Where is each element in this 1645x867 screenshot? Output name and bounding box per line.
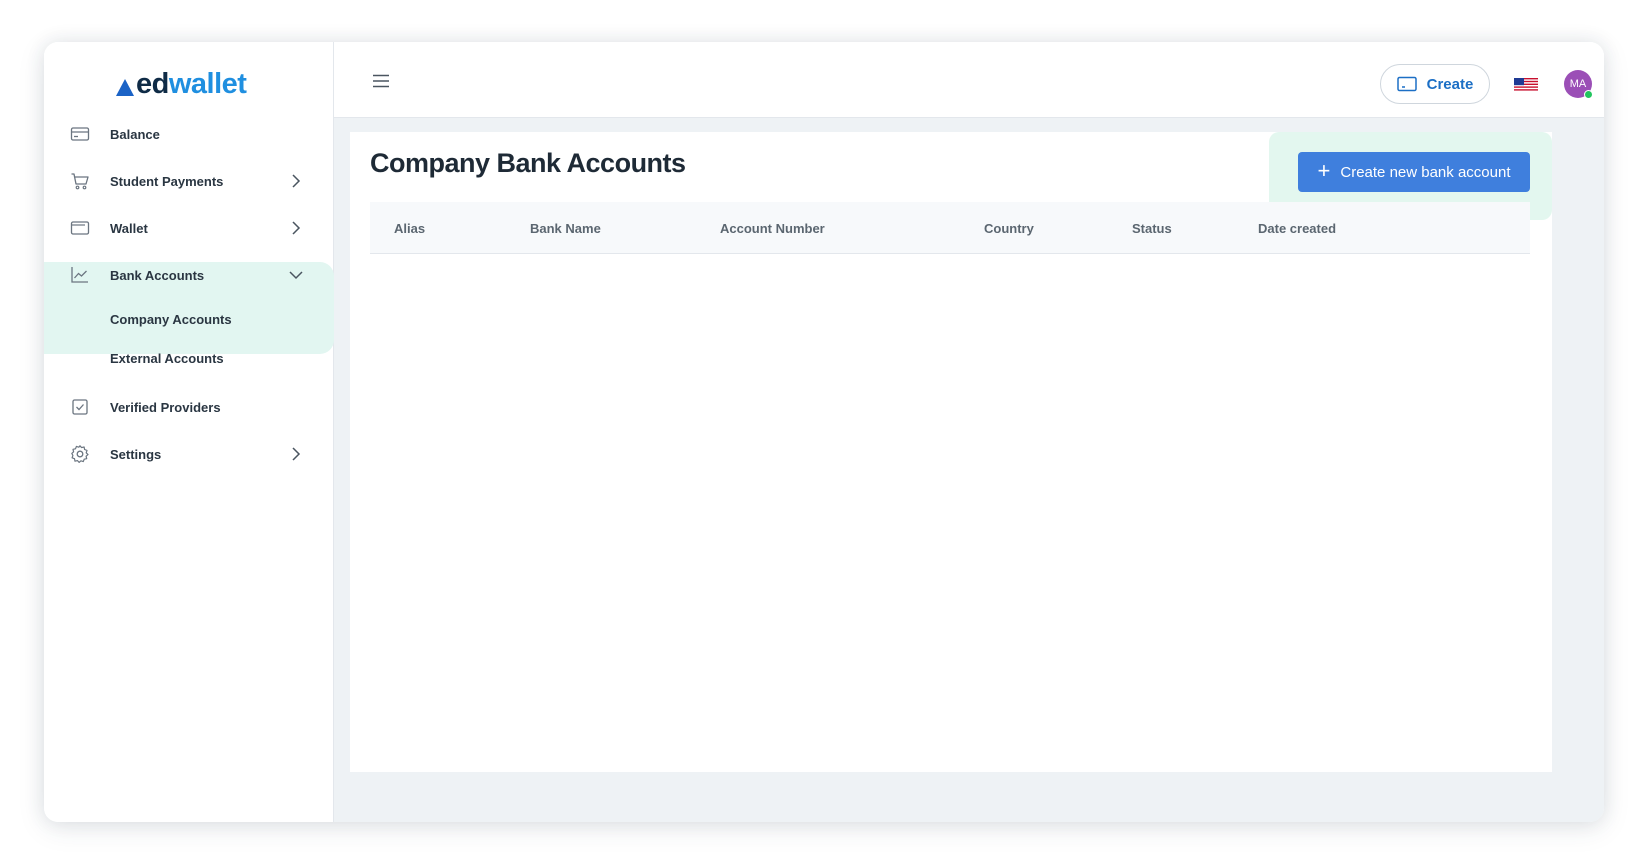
logo-triangle-icon	[116, 78, 134, 96]
sidebar-item-label: Verified Providers	[110, 399, 221, 415]
chevron-right-icon	[292, 447, 301, 461]
sidebar-item-wallet[interactable]: Wallet	[44, 206, 334, 250]
credit-card-icon	[70, 127, 90, 141]
column-header-country[interactable]: Country	[984, 221, 1034, 236]
sidebar-item-balance[interactable]: Balance	[44, 112, 334, 156]
logo-text-ed: ed	[136, 67, 169, 100]
sidebar-item-label: Wallet	[110, 220, 148, 236]
logo-text-wallet: wallet	[168, 67, 247, 100]
chart-line-icon	[71, 267, 88, 283]
wallet-icon	[70, 221, 90, 235]
sidebar-item-label: Student Payments	[110, 173, 224, 189]
create-button-label: Create	[1426, 75, 1474, 93]
us-flag-icon[interactable]	[1514, 78, 1538, 92]
chevron-right-icon	[292, 174, 301, 188]
plus-icon: +	[1317, 158, 1331, 183]
column-header-alias[interactable]: Alias	[394, 221, 425, 236]
chevron-right-icon	[292, 221, 301, 235]
page-title: Company Bank Accounts	[370, 148, 686, 178]
column-header-status[interactable]: Status	[1132, 221, 1172, 236]
sidebar-subitem-external-accounts[interactable]: External Accounts	[110, 351, 224, 366]
logo[interactable]: ed wallet	[116, 64, 247, 104]
sidebar: ed wallet Balance Student Payments Walle…	[44, 42, 334, 822]
hamburger-menu-icon[interactable]	[372, 74, 390, 88]
gear-icon	[71, 445, 89, 463]
app-window: ed wallet Balance Student Payments Walle…	[44, 42, 1604, 822]
sidebar-subitem-company-accounts[interactable]: Company Accounts	[110, 312, 232, 327]
sidebar-item-label: Settings	[110, 446, 162, 462]
column-header-account-number[interactable]: Account Number	[720, 221, 825, 236]
topbar: Create MA	[334, 42, 1604, 118]
sidebar-item-settings[interactable]: Settings	[44, 432, 334, 476]
sidebar-item-label: Balance	[110, 126, 160, 142]
cart-icon	[71, 173, 89, 190]
sidebar-item-label: Bank Accounts	[110, 267, 205, 283]
create-new-bank-account-button[interactable]: + Create new bank account	[1298, 152, 1530, 192]
create-button[interactable]: Create	[1380, 64, 1490, 104]
sidebar-item-student-payments[interactable]: Student Payments	[44, 159, 334, 203]
avatar[interactable]: MA	[1564, 70, 1593, 99]
sidebar-item-verified-providers[interactable]: Verified Providers	[44, 385, 334, 429]
sidebar-item-bank-accounts[interactable]: Bank Accounts	[44, 253, 334, 297]
table-header: Alias Bank Name Account Number Country S…	[370, 202, 1530, 254]
create-new-bank-account-label: Create new bank account	[1340, 163, 1511, 181]
screen-icon	[1396, 76, 1417, 92]
online-status-dot	[1584, 90, 1593, 99]
column-header-bank-name[interactable]: Bank Name	[530, 221, 601, 236]
column-header-date-created[interactable]: Date created	[1258, 221, 1336, 236]
checkbox-icon	[72, 399, 88, 415]
avatar-initials: MA	[1569, 78, 1587, 90]
chevron-down-icon	[289, 271, 303, 280]
